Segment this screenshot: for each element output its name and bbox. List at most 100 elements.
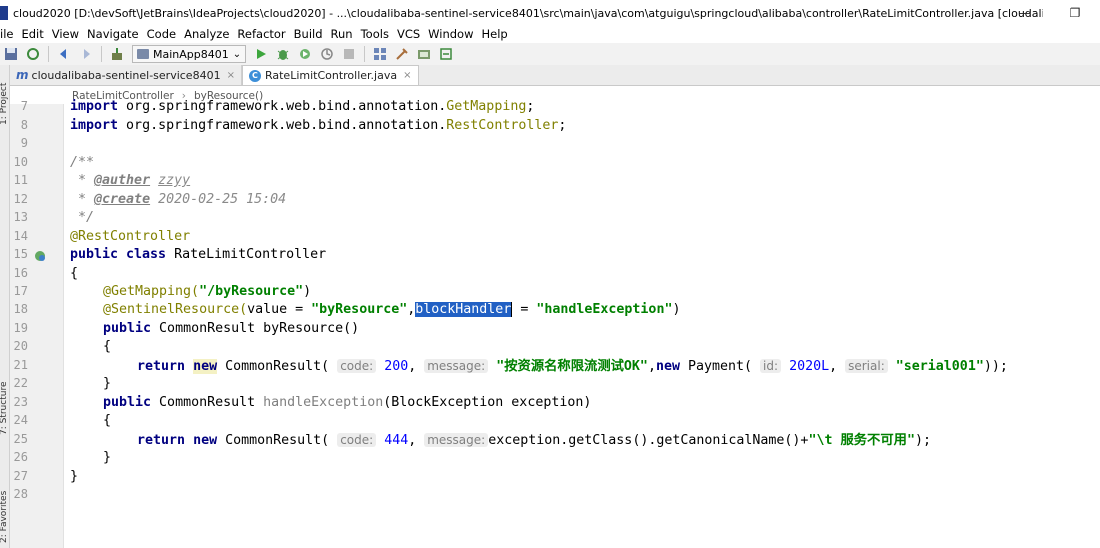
close-icon[interactable]: × — [227, 70, 235, 81]
code-line: } — [70, 469, 79, 484]
code-line: import org.springframework.web.bind.anno… — [70, 99, 535, 114]
menu-file[interactable]: ile — [0, 27, 17, 41]
menu-tools[interactable]: Tools — [357, 27, 393, 41]
line-number: 25 — [13, 432, 28, 446]
line-number: 12 — [13, 192, 28, 206]
menu-run[interactable]: Run — [327, 27, 357, 41]
line-number: 13 — [13, 210, 28, 224]
left-tool-strip: 1: Project 7: Structure 2: Favorites — [0, 65, 10, 548]
menu-code[interactable]: Code — [143, 27, 180, 41]
coverage-icon[interactable] — [297, 46, 313, 62]
toolbar-divider — [364, 46, 366, 62]
param-hint: message: — [424, 433, 489, 447]
menu-navigate[interactable]: Navigate — [83, 27, 143, 41]
line-number: 9 — [20, 136, 28, 150]
line-number: 11 — [13, 173, 28, 187]
sdk-icon[interactable] — [416, 46, 432, 62]
code-line: public CommonResult byResource() — [103, 321, 360, 336]
menu-analyze[interactable]: Analyze — [180, 27, 233, 41]
save-icon[interactable] — [3, 46, 19, 62]
window-title: cloud2020 [D:\devSoft\JetBrains\IdeaProj… — [13, 6, 1043, 20]
menu-window[interactable]: Window — [424, 27, 477, 41]
stop-icon[interactable] — [341, 46, 357, 62]
vcs-icon[interactable] — [438, 46, 454, 62]
code-line: /** — [70, 155, 95, 170]
line-number: 21 — [13, 358, 28, 372]
param-hint: id: — [760, 359, 782, 373]
settings-icon[interactable] — [394, 46, 410, 62]
editor-gutter: 7 8 9 10 11 12 13 14 15 16 17 18 19 20 2… — [10, 99, 64, 548]
line-number: 28 — [13, 487, 28, 501]
line-number: 8 — [20, 118, 28, 132]
param-hint: code: — [337, 433, 377, 447]
minimize-button[interactable]: — — [1000, 0, 1050, 26]
param-hint: serial: — [845, 359, 888, 373]
line-number: 24 — [13, 413, 28, 427]
line-number: 19 — [13, 321, 28, 335]
selected-text: blockHandler — [415, 302, 512, 317]
build-icon[interactable] — [109, 46, 125, 62]
code-line: public CommonResult handleException(Bloc… — [103, 395, 592, 410]
line-number: 23 — [13, 395, 28, 409]
code-line: { — [103, 339, 112, 354]
title-bar: cloud2020 [D:\devSoft\JetBrains\IdeaProj… — [0, 0, 1100, 26]
sync-icon[interactable] — [25, 46, 41, 62]
close-icon[interactable]: × — [403, 70, 411, 81]
forward-arrow-icon[interactable] — [78, 46, 94, 62]
profile-icon[interactable] — [319, 46, 335, 62]
restore-button[interactable]: ❐ — [1050, 0, 1100, 26]
code-line: @SentinelResource(value = "byResource",b… — [103, 301, 681, 317]
editor-tabs: m cloudalibaba-sentinel-service8401 × C … — [10, 65, 1100, 86]
text-caret — [511, 301, 513, 317]
menu-bar: ile Edit View Navigate Code Analyze Refa… — [0, 24, 1100, 43]
line-number: 18 — [13, 302, 28, 316]
spring-bean-icon[interactable] — [34, 250, 46, 265]
code-line: * @create 2020-02-25 15:04 — [70, 192, 287, 207]
toolbar-divider — [48, 46, 49, 62]
line-number: 27 — [13, 469, 28, 483]
menu-help[interactable]: Help — [478, 27, 512, 41]
run-configuration-select[interactable]: MainApp8401 ⌄ — [132, 45, 247, 63]
spring-boot-config-icon — [137, 49, 149, 59]
code-line: { — [70, 266, 79, 281]
line-number: 17 — [13, 284, 28, 298]
intellij-app-icon — [0, 6, 8, 20]
code-line: public class RateLimitController — [70, 247, 327, 262]
code-line: return new CommonResult( code: 444, mess… — [137, 433, 931, 448]
code-editor[interactable]: import org.springframework.web.bind.anno… — [64, 99, 1100, 548]
code-line: * @auther zzyy — [70, 173, 191, 188]
back-arrow-icon[interactable] — [56, 46, 72, 62]
line-number: 14 — [13, 229, 28, 243]
line-number: 7 — [20, 99, 28, 113]
param-hint: message: — [424, 359, 489, 373]
project-tool-button[interactable]: 1: Project — [0, 83, 9, 125]
project-structure-icon[interactable] — [372, 46, 388, 62]
line-number: 20 — [13, 339, 28, 353]
code-line: @GetMapping("/byResource") — [103, 284, 312, 299]
favorites-tool-button[interactable]: 2: Favorites — [0, 491, 9, 543]
chevron-down-icon: ⌄ — [232, 48, 242, 60]
tab-ratelimitcontroller[interactable]: C RateLimitController.java × — [241, 65, 419, 85]
line-number: 22 — [13, 376, 28, 390]
window-controls: — ❐ — [1000, 0, 1100, 26]
menu-vcs[interactable]: VCS — [393, 27, 424, 41]
param-hint: code: — [337, 359, 377, 373]
menu-refactor[interactable]: Refactor — [233, 27, 289, 41]
line-number: 26 — [13, 450, 28, 464]
line-number: 10 — [13, 155, 28, 169]
code-line: } — [103, 376, 112, 391]
code-line: */ — [70, 210, 95, 225]
menu-view[interactable]: View — [48, 27, 83, 41]
code-line: return new CommonResult( code: 200, mess… — [137, 359, 1008, 374]
structure-tool-button[interactable]: 7: Structure — [0, 382, 9, 436]
code-line: import org.springframework.web.bind.anno… — [70, 118, 567, 133]
menu-build[interactable]: Build — [290, 27, 327, 41]
tab-module[interactable]: m cloudalibaba-sentinel-service8401 × — [10, 65, 242, 85]
menu-edit[interactable]: Edit — [17, 27, 47, 41]
module-icon: m — [16, 68, 29, 82]
run-icon[interactable] — [253, 46, 269, 62]
tab-label: cloudalibaba-sentinel-service8401 — [31, 68, 221, 82]
run-config-label: MainApp8401 — [153, 47, 229, 61]
debug-icon[interactable] — [275, 46, 291, 62]
code-line: { — [103, 413, 112, 428]
